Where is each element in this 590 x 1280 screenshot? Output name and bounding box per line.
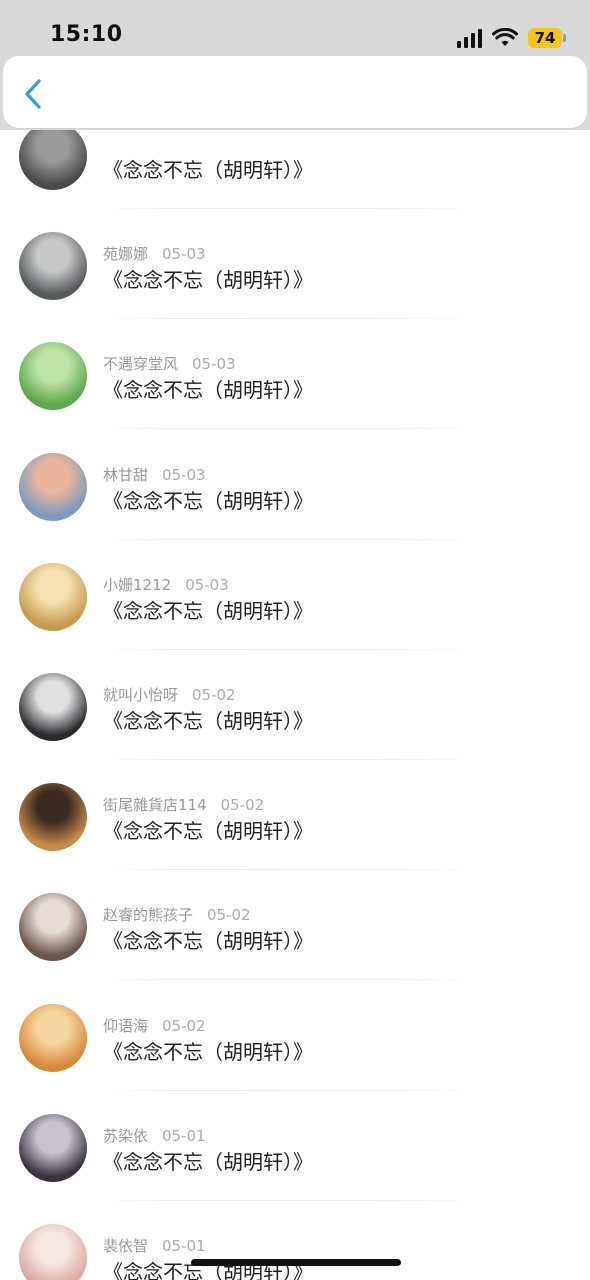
sender-name: 裴依智: [103, 1237, 149, 1255]
message-row[interactable]: 小姗1212 05-03 《念念不忘（胡明轩）》: [0, 493, 590, 650]
message-meta: 苏染依 05-01: [103, 1125, 206, 1146]
message-meta: 赵睿的熊孩子 05-02: [103, 904, 251, 925]
battery-level: 74: [534, 29, 556, 47]
message-meta: 就叫小怡呀 05-02: [103, 684, 236, 705]
message-date: 05-01: [162, 1237, 206, 1255]
message-date: 05-01: [162, 1126, 206, 1145]
message-list[interactable]: 《念念不忘（胡明轩）》 苑娜娜 05-03 《念念不忘（胡明轩）》 不遇穿堂风 05-03…: [0, 130, 590, 1280]
message-meta: 仰语海 05-02: [103, 1015, 206, 1036]
status-time: 15:10: [50, 22, 123, 47]
cellular-signal-icon: [457, 28, 482, 48]
status-icons: 74: [457, 25, 566, 51]
message-row[interactable]: 林甘甜 05-03 《念念不忘（胡明轩）》: [0, 383, 590, 540]
sender-name: 小姗1212: [103, 575, 172, 594]
message-date: 05-02: [162, 1016, 206, 1035]
message-row[interactable]: 赵睿的熊孩子 05-02 《念念不忘（胡明轩）》: [0, 823, 590, 981]
sender-name: 苏染依: [103, 1126, 149, 1145]
sender-name: 街尾雜貨店114: [103, 796, 207, 815]
sender-name: 就叫小怡呀: [103, 686, 179, 704]
message-row[interactable]: 就叫小怡呀 05-02 《念念不忘（胡明轩）》: [0, 603, 590, 760]
message-date: 05-03: [162, 465, 206, 484]
message-date: 05-02: [220, 796, 265, 815]
message-date: 05-03: [192, 355, 236, 374]
message-row[interactable]: 不遇穿堂风 05-03 《念念不忘（胡明轩）》: [0, 272, 590, 430]
chevron-left-icon: [25, 79, 41, 109]
wifi-icon: [492, 28, 518, 46]
message-date: 05-03: [185, 575, 229, 594]
message-row[interactable]: 苏染依 05-01 《念念不忘（胡明轩）》: [0, 1044, 590, 1201]
message-date: 05-02: [207, 906, 251, 925]
message-row[interactable]: 苑娜娜 05-03 《念念不忘（胡明轩）》: [0, 162, 590, 320]
message-meta: 小姗1212 05-03: [103, 574, 229, 595]
sender-name: 赵睿的熊孩子: [103, 906, 194, 925]
battery-indicator: 74: [528, 28, 566, 48]
message-meta: 街尾雜貨店114 05-02: [103, 794, 264, 815]
avatar[interactable]: [19, 1224, 87, 1280]
message-meta: 不遇穿堂风 05-03: [103, 353, 236, 374]
back-button[interactable]: [17, 74, 53, 114]
message-meta: 林甘甜 05-03: [103, 464, 206, 485]
message-meta: 苑娜娜 05-03: [103, 243, 206, 264]
sender-name: 仰语海: [103, 1016, 149, 1035]
message-row[interactable]: 《念念不忘（胡明轩）》: [0, 130, 590, 209]
message-row[interactable]: 街尾雜貨店114 05-02 《念念不忘（胡明轩）》: [0, 713, 590, 871]
message-date: 05-02: [192, 686, 236, 704]
message-meta: 裴依智 05-01: [103, 1235, 206, 1256]
home-indicator: [191, 1259, 401, 1266]
sender-name: 林甘甜: [103, 465, 149, 484]
sender-name: 苑娜娜: [103, 245, 149, 264]
message-meta: [103, 133, 117, 151]
sender-name: 不遇穿堂风: [103, 355, 179, 374]
nav-header: [3, 56, 587, 128]
message-row[interactable]: 裴依智 05-01 《念念不忘（胡明轩）》: [0, 1154, 590, 1280]
message-date: 05-03: [162, 245, 206, 264]
message-row[interactable]: 仰语海 05-02 《念念不忘（胡明轩）》: [0, 934, 590, 1091]
